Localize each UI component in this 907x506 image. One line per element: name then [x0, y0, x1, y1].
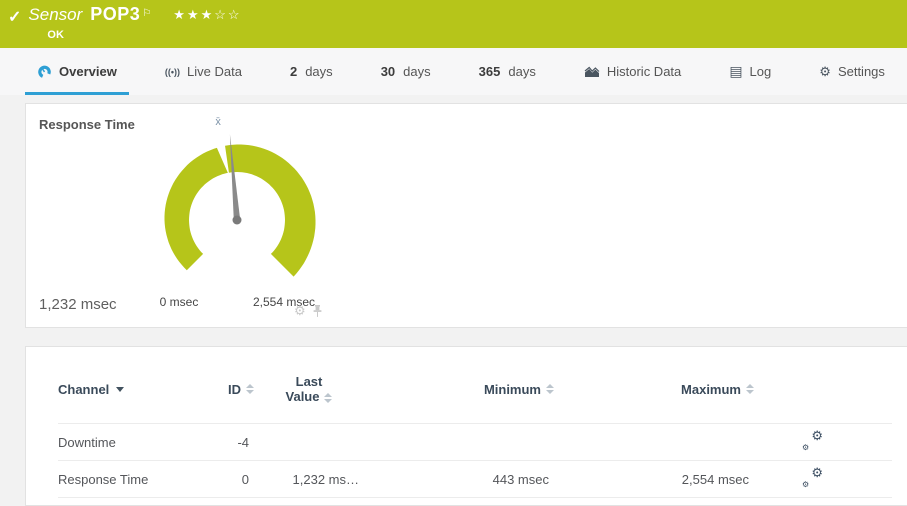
id-cell: 0	[211, 472, 254, 487]
response-time-panel: Response Time 0 msec 2,554 msec x̄ 1,232…	[25, 103, 907, 328]
channel-settings-gears-icon[interactable]: ⚙ ⚙	[802, 432, 823, 449]
table-row[interactable]: Response Time 0 1,232 ms… 443 msec 2,554…	[58, 461, 892, 498]
gauge-current-value: 1,232 msec	[39, 296, 117, 313]
sort-icon	[546, 384, 554, 394]
column-label: ID	[228, 382, 241, 397]
tab-number: 2	[290, 64, 297, 79]
maximum-cell: 2,554 msec	[554, 472, 754, 487]
log-icon: ▤	[729, 63, 742, 80]
star-icon[interactable]: ☆	[214, 7, 228, 22]
sensor-type-label: Sensor	[28, 5, 82, 25]
tab-number: 30	[381, 64, 395, 79]
pin-icon[interactable]	[313, 305, 322, 318]
channel-name-cell: Downtime	[58, 435, 211, 450]
channels-panel: Channel ID Last Value Minimum Maximum Do…	[25, 346, 907, 506]
table-row[interactable]: Downtime -4 ⚙ ⚙	[58, 424, 892, 461]
gear-icon: ⚙	[811, 465, 823, 481]
tab-label: Historic Data	[607, 64, 681, 79]
column-label: Last Value	[286, 374, 323, 404]
flag-icon[interactable]: ⚐	[142, 8, 151, 19]
gear-icon: ⚙	[802, 480, 809, 489]
column-header-id[interactable]: ID	[211, 382, 254, 397]
tab-overview[interactable]: Overview	[25, 48, 129, 95]
sensor-header: ✓ Sensor POP3 ⚐ ★★★☆☆ OK	[0, 0, 907, 48]
gear-icon: ⚙	[819, 64, 831, 80]
star-icon[interactable]: ★	[173, 7, 187, 22]
tab-live-data[interactable]: ((•)) Live Data	[153, 48, 254, 95]
star-icon[interactable]: ☆	[228, 7, 242, 22]
gauge-needle-pivot	[233, 216, 242, 225]
tab-label: Overview	[59, 64, 117, 79]
sort-desc-icon	[116, 387, 124, 392]
id-cell: -4	[211, 435, 254, 450]
tab-label: Log	[750, 64, 772, 79]
table-header-row: Channel ID Last Value Minimum Maximum	[58, 347, 892, 424]
gauge-settings-gear-icon[interactable]: ⚙	[294, 303, 306, 319]
tab-historic-data[interactable]: Historic Data	[572, 48, 693, 95]
tab-label: days	[403, 64, 430, 79]
panel-title: Response Time	[39, 117, 135, 132]
response-time-gauge: 0 msec 2,554 msec x̄	[127, 112, 352, 317]
star-icon[interactable]: ★	[187, 7, 201, 22]
sensor-name: POP3	[90, 4, 140, 25]
tab-number: 365	[479, 64, 501, 79]
gauge-ring	[165, 145, 316, 277]
tab-label: Settings	[838, 64, 885, 79]
column-header-channel[interactable]: Channel	[58, 382, 211, 397]
minimum-cell: 443 msec	[364, 472, 554, 487]
sort-icon	[324, 393, 332, 403]
tab-label: days	[305, 64, 332, 79]
sort-icon	[246, 384, 254, 394]
gauge-icon	[37, 64, 52, 79]
gauge-average-marker: x̄	[215, 116, 221, 128]
status-badge: OK	[47, 29, 241, 41]
column-label: Minimum	[484, 382, 541, 397]
gauge-min-label: 0 msec	[160, 295, 199, 309]
tab-settings[interactable]: ⚙ Settings	[807, 48, 897, 95]
gauge-tools: ⚙	[294, 303, 322, 319]
tab-log[interactable]: ▤ Log	[717, 48, 783, 95]
column-label: Maximum	[681, 382, 741, 397]
live-data-icon: ((•))	[165, 67, 180, 77]
gear-icon: ⚙	[811, 428, 823, 444]
status-check-icon: ✓	[8, 7, 21, 48]
channel-settings-gears-icon[interactable]: ⚙ ⚙	[802, 469, 823, 486]
tab-label: days	[508, 64, 535, 79]
rating-stars[interactable]: ★★★☆☆	[173, 7, 241, 23]
star-icon[interactable]: ★	[201, 7, 215, 22]
tab-365-days[interactable]: 365 days	[467, 48, 548, 95]
column-header-maximum[interactable]: Maximum	[554, 382, 754, 397]
last-value-cell: 1,232 ms…	[254, 472, 364, 487]
column-header-minimum[interactable]: Minimum	[364, 382, 554, 397]
gear-icon: ⚙	[802, 443, 809, 452]
tab-label: Live Data	[187, 64, 242, 79]
column-label: Channel	[58, 382, 109, 397]
area-chart-icon	[584, 65, 600, 78]
sort-icon	[746, 384, 754, 394]
tab-bar: Overview ((•)) Live Data 2 days 30 days …	[0, 48, 907, 95]
column-header-last-value[interactable]: Last Value	[254, 374, 364, 404]
tab-30-days[interactable]: 30 days	[369, 48, 443, 95]
channel-name-cell: Response Time	[58, 472, 211, 487]
tab-2-days[interactable]: 2 days	[278, 48, 345, 95]
